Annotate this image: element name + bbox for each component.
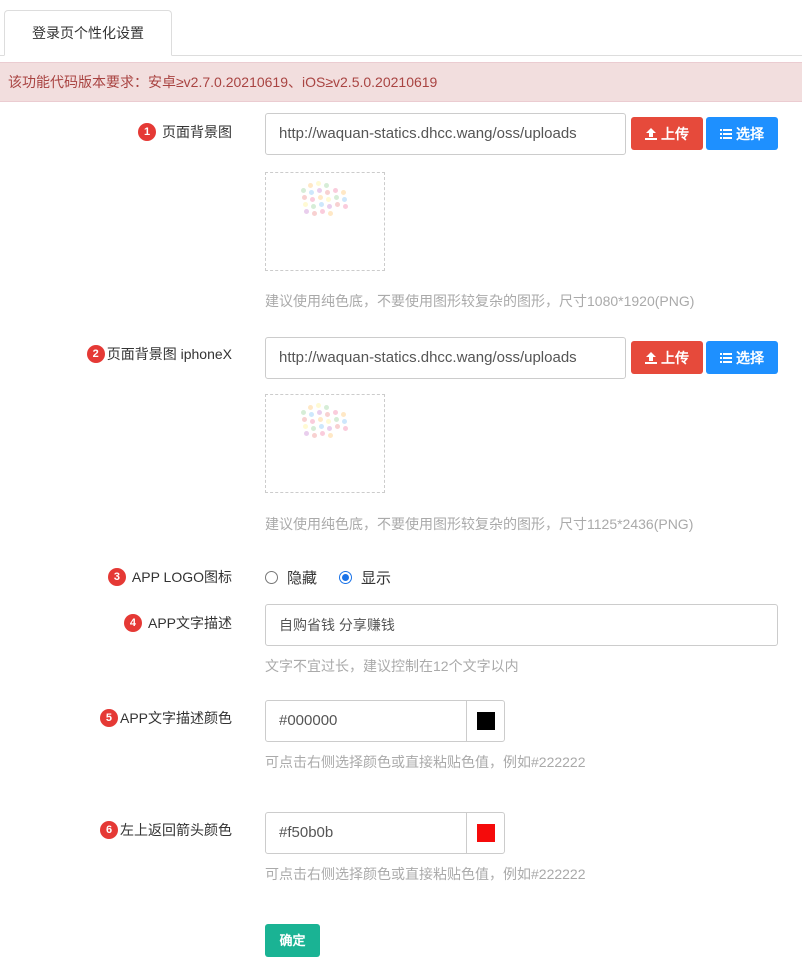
bg-image-select-button[interactable]: 选择 bbox=[706, 117, 778, 150]
bg-image-x-url-input[interactable]: http://waquan-statics.dhcc.wang/oss/uplo… bbox=[265, 337, 626, 379]
logo-hide-label[interactable]: 隐藏 bbox=[287, 567, 317, 588]
desc-color-input-group: #000000 bbox=[265, 700, 505, 742]
bg-image-x-label-text: 页面背景图 iphoneX bbox=[106, 346, 232, 362]
arrow-color-label-text: 左上返回箭头颜色 bbox=[120, 822, 232, 838]
preview-thumbnail bbox=[300, 181, 356, 223]
arrow-color-input[interactable]: #f50b0b bbox=[279, 813, 333, 853]
step-badge: 5 bbox=[99, 709, 118, 727]
step-badge: 2 bbox=[86, 345, 105, 363]
app-logo-radio-group: 隐藏 显示 bbox=[265, 566, 413, 588]
bg-image-x-preview bbox=[265, 394, 385, 493]
color-swatch bbox=[476, 824, 495, 842]
bg-image-x-upload-button[interactable]: 上传 bbox=[631, 341, 703, 374]
select-label: 选择 bbox=[736, 349, 764, 366]
app-desc-input[interactable]: 自购省钱 分享赚钱 bbox=[265, 604, 778, 646]
upload-icon bbox=[645, 127, 657, 140]
list-icon bbox=[720, 352, 732, 363]
desc-color-label: 5 APP文字描述颜色 bbox=[99, 708, 232, 728]
desc-color-picker[interactable] bbox=[466, 701, 504, 741]
arrow-color-input-group: #f50b0b bbox=[265, 812, 505, 854]
app-desc-help: 文字不宜过长，建议控制在12个文字以内 bbox=[265, 658, 519, 674]
logo-show-label[interactable]: 显示 bbox=[361, 567, 391, 588]
bg-image-help: 建议使用纯色底，不要使用图形较复杂的图形，尺寸1080*1920(PNG) bbox=[265, 293, 695, 309]
list-icon bbox=[720, 128, 732, 139]
bg-image-url-input[interactable]: http://waquan-statics.dhcc.wang/oss/uplo… bbox=[265, 113, 626, 155]
color-swatch bbox=[476, 712, 495, 730]
arrow-color-picker[interactable] bbox=[466, 813, 504, 853]
logo-hide-radio[interactable] bbox=[265, 570, 278, 584]
desc-color-label-text: APP文字描述颜色 bbox=[119, 710, 232, 726]
arrow-color-label: 6 左上返回箭头颜色 bbox=[100, 820, 232, 840]
bg-image-label-text: 页面背景图 bbox=[162, 124, 232, 140]
version-notice: 该功能代码版本要求：安卓≥v2.7.0.20210619、iOS≥v2.5.0.… bbox=[0, 62, 802, 102]
bg-image-label: 1 页面背景图 bbox=[138, 122, 232, 142]
app-logo-label-text: APP LOGO图标 bbox=[131, 569, 232, 585]
desc-color-help: 可点击右侧选择颜色或直接粘贴色值，例如#222222 bbox=[265, 754, 586, 770]
logo-show-radio[interactable] bbox=[339, 570, 353, 584]
desc-color-input[interactable]: #000000 bbox=[279, 701, 337, 741]
confirm-button[interactable]: 确定 bbox=[265, 924, 320, 957]
app-desc-label-text: APP文字描述 bbox=[147, 615, 232, 631]
upload-label: 上传 bbox=[661, 125, 689, 142]
arrow-color-help: 可点击右侧选择颜色或直接粘贴色值，例如#222222 bbox=[265, 866, 586, 882]
preview-thumbnail bbox=[300, 403, 356, 445]
tab-login-page-settings[interactable]: 登录页个性化设置 bbox=[4, 10, 172, 56]
bg-image-x-help: 建议使用纯色底，不要使用图形较复杂的图形，尺寸1125*2436(PNG) bbox=[265, 516, 694, 532]
step-badge: 6 bbox=[100, 821, 118, 839]
step-badge: 4 bbox=[123, 614, 142, 632]
bg-image-preview bbox=[265, 172, 385, 271]
bg-image-upload-button[interactable]: 上传 bbox=[631, 117, 703, 150]
step-badge: 3 bbox=[107, 568, 126, 586]
upload-icon bbox=[645, 351, 657, 364]
select-label: 选择 bbox=[736, 125, 764, 142]
app-desc-label: 4 APP文字描述 bbox=[123, 613, 232, 633]
app-logo-label: 3 APP LOGO图标 bbox=[107, 567, 232, 587]
step-badge: 1 bbox=[138, 123, 156, 141]
bg-image-x-label: 2 页面背景图 iphoneX bbox=[86, 344, 232, 364]
bg-image-x-select-button[interactable]: 选择 bbox=[706, 341, 778, 374]
upload-label: 上传 bbox=[661, 349, 689, 366]
tab-bar: 登录页个性化设置 bbox=[0, 0, 802, 56]
